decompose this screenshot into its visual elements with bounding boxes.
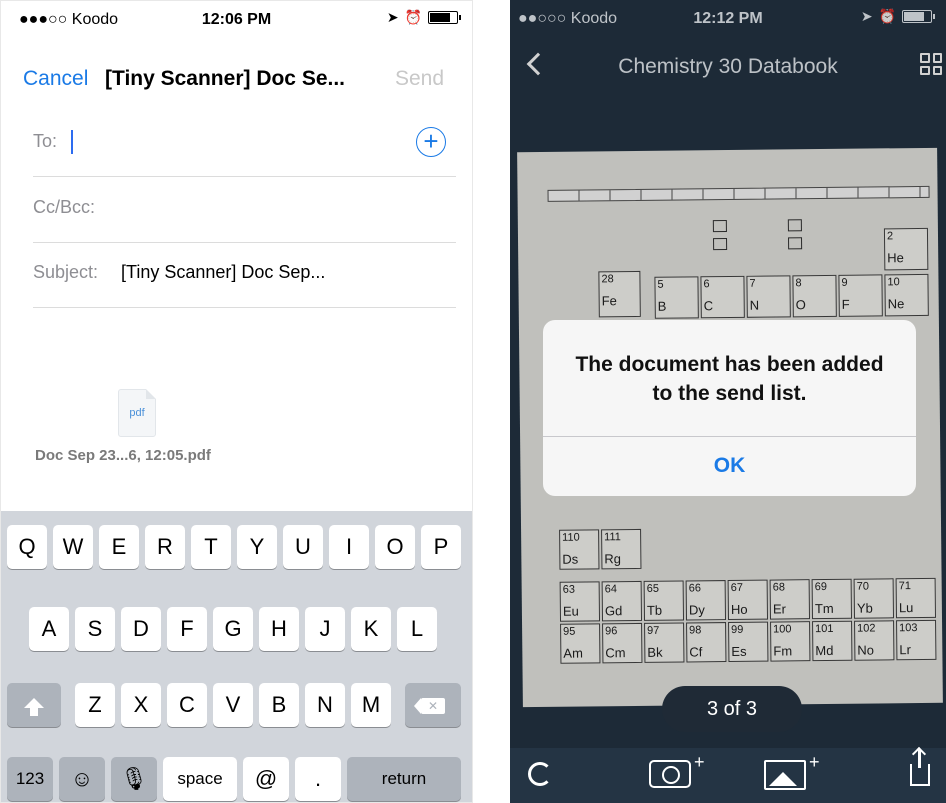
key-d[interactable]: D — [121, 607, 161, 651]
compose-title: [Tiny Scanner] Doc Se... — [105, 67, 346, 90]
add-contact-icon[interactable]: + — [416, 127, 446, 157]
share-icon[interactable] — [910, 750, 930, 786]
shift-icon — [24, 698, 44, 717]
key-c[interactable]: C — [167, 683, 207, 727]
subject-value[interactable]: [Tiny Scanner] Doc Sep... — [121, 262, 325, 283]
rotate-icon[interactable] — [528, 762, 552, 786]
attachment-filename: Doc Sep 23...6, 12:05.pdf — [35, 447, 211, 464]
key-f[interactable]: F — [167, 607, 207, 651]
shift-key[interactable] — [7, 683, 61, 727]
alarm-icon: ⏰ — [404, 9, 422, 25]
to-field[interactable]: To: + — [33, 111, 456, 177]
subject-label: Subject: — [33, 262, 99, 282]
scanner-screen: ●●○○○ Koodo 12:12 PM ➤ ⏰ Chemistry 30 Da… — [510, 0, 946, 803]
ok-button[interactable]: OK — [543, 436, 916, 496]
plus-icon: + — [694, 752, 705, 772]
compose-navbar: Cancel [Tiny Scanner] Doc Se... Send — [1, 53, 472, 105]
key-s[interactable]: S — [75, 607, 115, 651]
key-m[interactable]: M — [351, 683, 391, 727]
key-t[interactable]: T — [191, 525, 231, 569]
key-h[interactable]: H — [259, 607, 299, 651]
delete-icon: ✕ — [414, 698, 445, 715]
key-q[interactable]: Q — [7, 525, 47, 569]
delete-key[interactable]: ✕ — [405, 683, 461, 727]
key-z[interactable]: Z — [75, 683, 115, 727]
key-k[interactable]: K — [351, 607, 391, 651]
return-key[interactable]: return — [347, 757, 461, 801]
ccbcc-label: Cc/Bcc: — [33, 197, 96, 217]
pdf-file-icon[interactable]: pdf — [118, 389, 156, 437]
numbers-key[interactable]: 123 — [7, 757, 53, 801]
battery-icon — [428, 11, 461, 24]
ccbcc-field[interactable]: Cc/Bcc: — [33, 177, 456, 243]
subject-field[interactable]: Subject: [Tiny Scanner] Doc Sep... — [33, 242, 456, 308]
emoji-key[interactable]: ☺ — [59, 757, 105, 801]
bottom-toolbar: + + — [510, 748, 946, 803]
key-p[interactable]: P — [421, 525, 461, 569]
page-indicator: 3 of 3 — [662, 686, 802, 732]
space-key[interactable]: space — [163, 757, 237, 801]
period-key[interactable]: . — [295, 757, 341, 801]
key-w[interactable]: W — [53, 525, 93, 569]
key-e[interactable]: E — [99, 525, 139, 569]
send-button[interactable]: Send — [395, 67, 444, 91]
key-r[interactable]: R — [145, 525, 185, 569]
at-key[interactable]: @ — [243, 757, 289, 801]
to-label: To: — [33, 131, 58, 151]
pdf-file-type: pdf — [129, 407, 145, 419]
text-cursor — [71, 130, 73, 154]
key-x[interactable]: X — [121, 683, 161, 727]
alert-dialog: The document has been added to the send … — [543, 320, 916, 496]
key-i[interactable]: I — [329, 525, 369, 569]
add-camera-icon[interactable] — [649, 760, 691, 788]
status-right-icons: ➤ ⏰ — [386, 9, 461, 26]
add-image-icon[interactable] — [764, 760, 806, 790]
key-b[interactable]: B — [259, 683, 299, 727]
key-o[interactable]: O — [375, 525, 415, 569]
key-y[interactable]: Y — [237, 525, 277, 569]
location-icon: ➤ — [386, 9, 399, 25]
mail-compose-screen: ●●●○○ Koodo 12:06 PM ➤ ⏰ Cancel [Tiny Sc… — [0, 0, 473, 803]
key-n[interactable]: N — [305, 683, 345, 727]
status-bar: ●●●○○ Koodo 12:06 PM ➤ ⏰ — [1, 1, 472, 41]
alert-message: The document has been added to the send … — [575, 353, 884, 405]
plus-icon: + — [809, 752, 820, 772]
key-a[interactable]: A — [29, 607, 69, 651]
key-v[interactable]: V — [213, 683, 253, 727]
keyboard: Q W E R T Y U I O P A S D F G H J K L Z … — [1, 511, 472, 802]
key-l[interactable]: L — [397, 607, 437, 651]
key-u[interactable]: U — [283, 525, 323, 569]
key-g[interactable]: G — [213, 607, 253, 651]
microphone-key[interactable]: 🎙 — [111, 757, 157, 801]
key-j[interactable]: J — [305, 607, 345, 651]
cancel-button[interactable]: Cancel — [23, 67, 88, 91]
